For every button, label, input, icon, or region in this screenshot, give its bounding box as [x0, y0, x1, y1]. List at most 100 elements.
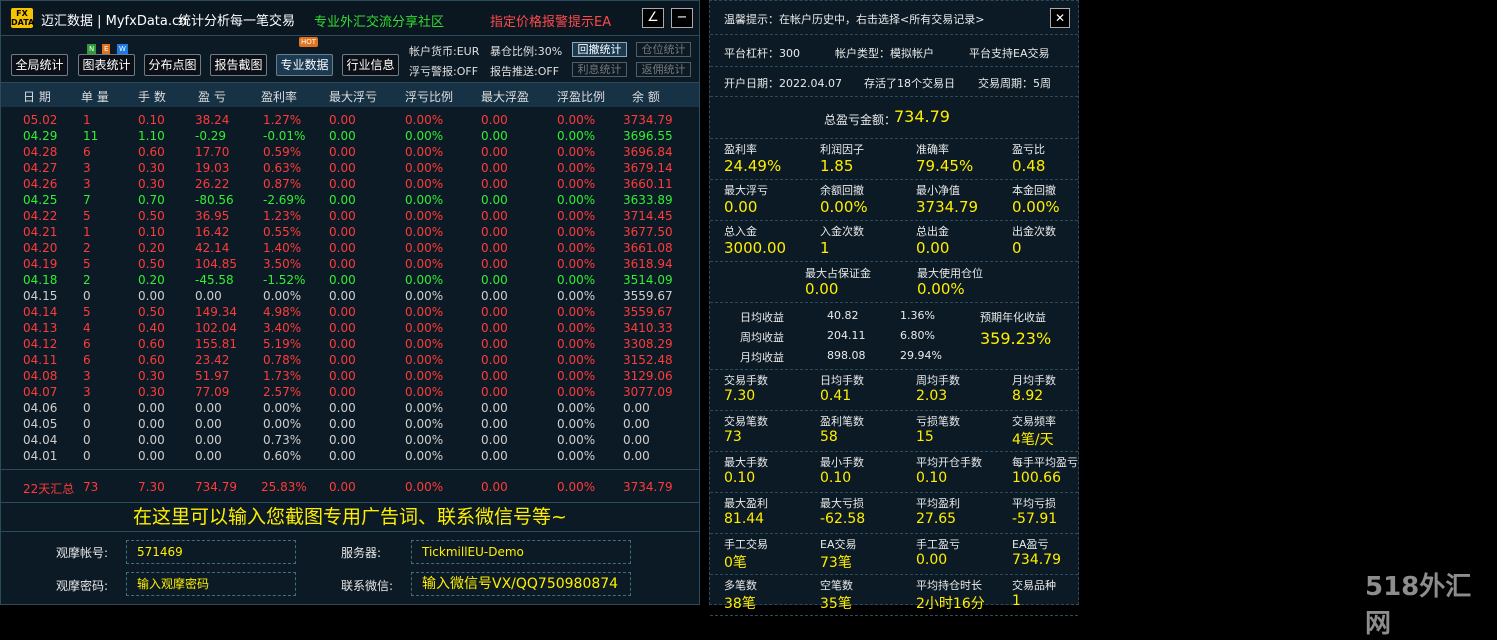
cell-lots: 0.00 — [138, 433, 165, 447]
cell-max-float-loss: 0.00 — [329, 353, 356, 367]
stat-label: 最大手数 — [724, 456, 768, 469]
float-alert[interactable]: 浮亏警报:OFF — [409, 63, 478, 79]
ad-text[interactable]: 在这里可以输入您截图专用广告词、联系微信号等~ — [1, 503, 699, 532]
cell-orders: 2 — [83, 273, 91, 287]
daily-return-amount: 40.82 — [827, 309, 859, 322]
stats-row: 最大手数 0.10 最小手数 0.10 平均开仓手数 0.10 每手平均盈亏 100.66 — [710, 452, 1078, 493]
stat-value: 2.03 — [916, 388, 948, 404]
stat-label: 总出金 — [916, 225, 949, 238]
cell-lots: 0.50 — [138, 209, 165, 223]
cell-balance: 3618.94 — [623, 257, 673, 271]
stat-label: 空笔数 — [820, 579, 853, 592]
stat-value: 4笔/天 — [1012, 432, 1054, 448]
position-stats-button[interactable]: 仓位统计 — [636, 42, 691, 57]
table-row: 04.11 6 0.60 23.42 0.78% 0.00 0.00% 0.00 0.00% 31… — [1, 351, 699, 367]
total-pnl-value: 734.79 — [894, 107, 950, 126]
stat-label: 平均开仓手数 — [916, 456, 982, 469]
account-input[interactable]: 571469 — [126, 540, 296, 564]
cell-orders: 6 — [83, 145, 91, 159]
hot-badge: HOT — [299, 37, 319, 47]
cell-lots: 0.20 — [138, 241, 165, 255]
stat-value: 1 — [1012, 593, 1021, 609]
cell-date: 04.21 — [23, 225, 58, 239]
cell-max-float-profit: 0.00 — [481, 209, 508, 223]
community-link[interactable]: 专业外汇交流分享社区 — [314, 11, 444, 30]
account-currency: 帐户货币:EUR — [409, 45, 480, 58]
interest-stats-button[interactable]: 利息统计 — [572, 62, 627, 77]
scatter-plot-button[interactable]: 分布点图 — [144, 54, 201, 76]
cell-balance: 3514.09 — [623, 273, 673, 287]
table-row: 04.07 3 0.30 77.09 2.57% 0.00 0.00% 0.00 0.00% 30… — [1, 383, 699, 399]
stat-value: 100.66 — [1012, 470, 1061, 486]
cell-pnl: 0.00 — [195, 449, 222, 463]
cell-float-profit-ratio: 0.00% — [557, 417, 596, 431]
cell-balance: 3152.48 — [623, 353, 673, 367]
col-profit-rate: 盈利率 — [261, 90, 298, 104]
cell-max-float-loss: 0.00 — [329, 257, 356, 271]
rebate-stats-button[interactable]: 返佣统计 — [636, 62, 691, 77]
stat-label: 平均亏损 — [1012, 497, 1056, 510]
table-row: 04.15 0 0.00 0.00 0.00% 0.00 0.00% 0.00 0.00% 355… — [1, 287, 699, 303]
stats-row: 手工交易 0笔 EA交易 73笔 手工盈亏 0.00 EA盈亏 734.79 — [710, 534, 1078, 575]
stat-label: 出金次数 — [1012, 225, 1056, 238]
col-float-profit-ratio: 浮盈比例 — [557, 90, 606, 104]
summary-max-float-profit: 0.00 — [481, 480, 508, 494]
stat-label: 盈利率 — [724, 143, 757, 156]
cell-date: 04.06 — [23, 401, 58, 415]
right-panel: 温馨提示：在帐户历史中，右击选择<所有交易记录> ✕ 平台杠杆：300 帐户类型… — [709, 0, 1079, 616]
leverage: 平台杠杆：300 — [724, 47, 800, 60]
monthly-return-percent: 29.94% — [900, 349, 942, 362]
close-icon[interactable]: ✕ — [1050, 8, 1070, 28]
exposure-ratio: 暴仓比例:30% — [490, 45, 563, 58]
stat-value: 0 — [1012, 239, 1022, 257]
max-margin-value: 0.00 — [805, 280, 839, 298]
cell-date: 04.22 — [23, 209, 58, 223]
cell-float-profit-ratio: 0.00% — [557, 193, 596, 207]
table-row: 04.21 1 0.10 16.42 0.55% 0.00 0.00% 0.00 0.00% 36… — [1, 223, 699, 239]
report-push[interactable]: 报告推送:OFF — [490, 63, 559, 79]
global-stats-button[interactable]: 全局统计 — [11, 54, 68, 76]
ea-support: 平台支持EA交易 — [969, 47, 1050, 60]
stat-value: 0.00 — [724, 198, 758, 216]
cell-float-loss-ratio: 0.00% — [405, 417, 444, 431]
cell-lots: 0.30 — [138, 385, 165, 399]
cell-date: 04.29 — [23, 129, 58, 143]
cell-float-loss-ratio: 0.00% — [405, 193, 444, 207]
edit-icon[interactable]: ∠ — [642, 8, 664, 28]
open-date-row: 开户日期：2022.04.07 存活了18个交易日 交易周期：5周 — [710, 67, 1078, 97]
cell-lots: 0.30 — [138, 369, 165, 383]
table-row: 04.28 6 0.60 17.70 0.59% 0.00 0.00% 0.00 0.00% 36… — [1, 143, 699, 159]
drawdown-stats-button[interactable]: 回撤统计 — [572, 42, 627, 57]
cell-profit-rate: -2.69% — [263, 193, 306, 207]
cell-orders: 4 — [83, 321, 91, 335]
stat-value: 0.10 — [724, 470, 756, 486]
daily-table-body: 05.02 1 0.10 38.24 1.27% 0.00 0.00% 0.00 0.00% 37… — [1, 111, 699, 467]
cell-max-float-loss: 0.00 — [329, 193, 356, 207]
col-orders: 单 量 — [81, 90, 109, 104]
cell-pnl: 38.24 — [195, 113, 230, 127]
cell-float-loss-ratio: 0.00% — [405, 241, 444, 255]
server-input[interactable]: TickmillEU-Demo — [411, 540, 631, 564]
table-row: 04.27 3 0.30 19.03 0.63% 0.00 0.00% 0.00 0.00% 36… — [1, 159, 699, 175]
cell-float-loss-ratio: 0.00% — [405, 225, 444, 239]
table-row: 04.18 2 0.20 -45.58 -1.52% 0.00 0.00% 0.00 0.00%… — [1, 271, 699, 287]
cell-max-float-profit: 0.00 — [481, 385, 508, 399]
cell-balance: 3129.06 — [623, 369, 673, 383]
pro-data-button[interactable]: 专业数据 — [276, 54, 333, 76]
stat-label: 日均手数 — [820, 374, 864, 387]
cell-date: 04.19 — [23, 257, 58, 271]
report-screenshot-button[interactable]: 报告截图 — [210, 54, 267, 76]
password-input[interactable]: 输入观摩密码 — [126, 572, 296, 596]
cell-lots: 0.70 — [138, 193, 165, 207]
wechat-input[interactable]: 输入微信号VX/QQ750980874 — [411, 572, 631, 596]
minimize-icon[interactable]: − — [671, 8, 693, 28]
cell-balance: 0.00 — [623, 449, 650, 463]
industry-info-button[interactable]: 行业信息 — [342, 54, 399, 76]
table-header: 日 期 单 量 手 数 盈 亏 盈利率 最大浮亏 浮亏比例 最大浮盈 浮盈比例 … — [1, 83, 699, 107]
cell-max-float-loss: 0.00 — [329, 129, 356, 143]
stats-row: 交易笔数 73 盈利笔数 58 亏损笔数 15 交易频率 4笔/天 — [710, 411, 1078, 452]
chart-stats-button[interactable]: 图表统计 — [78, 54, 135, 76]
cell-float-loss-ratio: 0.00% — [405, 129, 444, 143]
ea-promo-link[interactable]: 指定价格报警提示EA — [490, 11, 611, 30]
cell-max-float-profit: 0.00 — [481, 433, 508, 447]
